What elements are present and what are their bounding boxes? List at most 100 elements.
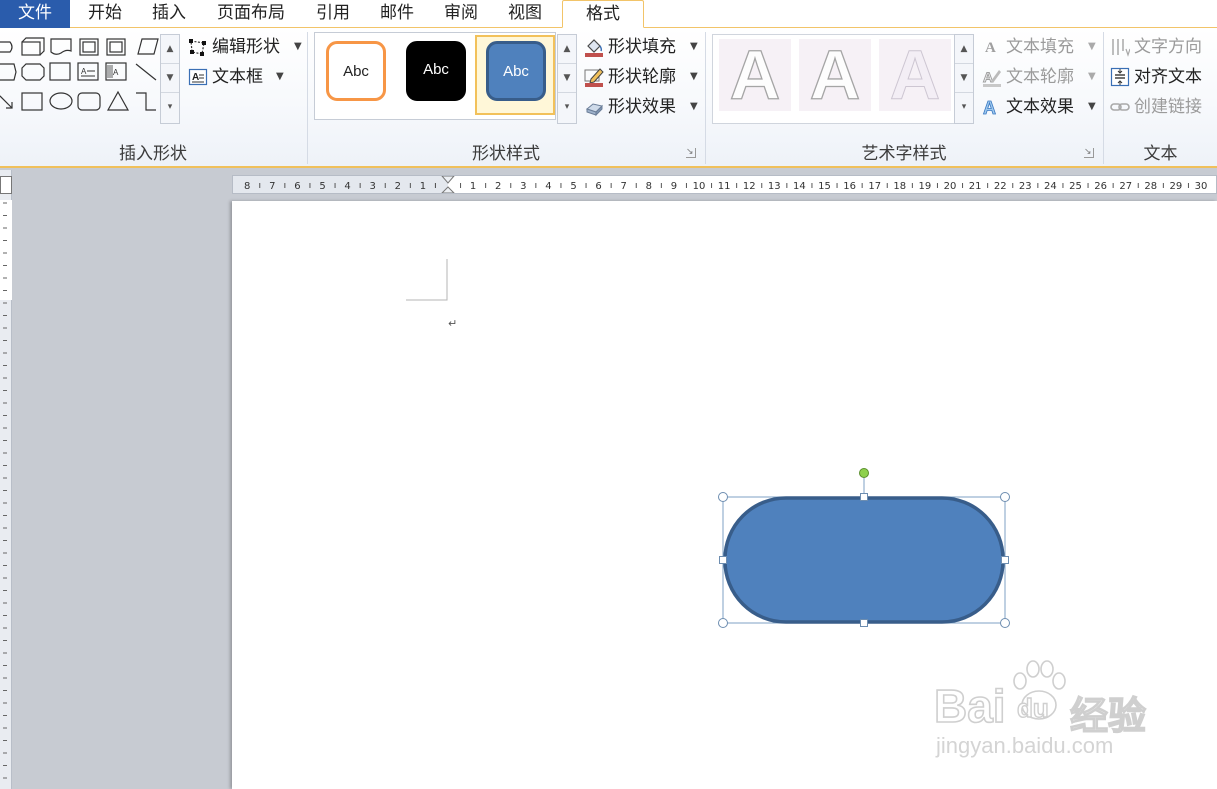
text-effects-icon: A <box>983 98 997 117</box>
group-label-insert-shapes: 插入形状 <box>119 144 187 164</box>
ruler-number: 12 <box>743 181 756 192</box>
shape-style-gallery[interactable]: Abc Abc Abc <box>314 32 556 120</box>
wordart-sample-2[interactable]: A <box>799 38 871 112</box>
edit-shape-label: 编辑形状 <box>212 37 280 57</box>
resize-handle-right[interactable] <box>1001 556 1009 564</box>
wordart-sample-3[interactable]: A <box>879 39 951 112</box>
shape-gallery-scroll[interactable]: ▲ ▼ ▾ <box>160 34 180 124</box>
text-fill-icon: A <box>985 40 996 56</box>
ruler-number: 7 <box>269 181 275 192</box>
document-page[interactable]: ↵ Bai du 经验 jingyan.baidu.com <box>232 201 1217 789</box>
ruler-number: 6 <box>595 181 601 192</box>
dropdown-arrow-icon: ▼ <box>294 41 302 52</box>
rect-2-shape-icon <box>21 92 43 111</box>
scroll-up-icon[interactable]: ▲ <box>955 35 973 64</box>
ruler-number: 24 <box>1044 181 1057 192</box>
indent-marker-icon[interactable] <box>440 176 456 194</box>
gallery-more-icon[interactable]: ▾ <box>955 93 973 122</box>
svg-text:A: A <box>983 98 996 117</box>
vertical-ruler-ticks <box>0 177 12 779</box>
scroll-down-icon[interactable]: ▼ <box>955 64 973 93</box>
style-gallery-scroll[interactable]: ▲ ▼ ▾ <box>557 34 577 124</box>
wordart-gallery[interactable]: A A A <box>712 34 974 124</box>
resize-handle-bottom-right[interactable] <box>1000 618 1010 628</box>
watermark-url: jingyan.baidu.com <box>936 733 1114 758</box>
tab-review[interactable]: 审阅 <box>433 0 489 28</box>
text-outline-icon: A <box>983 69 1001 87</box>
ruler-number: 1 <box>470 181 476 192</box>
ruler-number: 2 <box>495 181 501 192</box>
horizontal-ruler[interactable]: 8 7 6 5 4 3 2 1 1 2 3 4 5 6 7 8 9 10 11 12 13 14 15 16 17 18 19 20 2… <box>232 175 1217 194</box>
ribbon-tab-bar: 文件 开始 插入 页面布局 引用 邮件 审阅 视图 格式 <box>0 0 1217 28</box>
shape-outline-label: 形状轮廓 <box>608 67 676 87</box>
style-swatch-blue[interactable]: Abc <box>486 41 546 101</box>
vertical-ruler[interactable] <box>0 170 12 789</box>
scroll-up-icon[interactable]: ▲ <box>558 35 576 64</box>
ruler-number: 15 <box>818 181 831 192</box>
parallelogram-shape-icon <box>137 38 159 55</box>
text-direction-icon <box>1112 39 1130 57</box>
tab-mailings[interactable]: 邮件 <box>369 0 425 28</box>
tab-page-layout[interactable]: 页面布局 <box>206 0 296 28</box>
dropdown-arrow-icon: ▼ <box>690 71 698 82</box>
tab-home[interactable]: 开始 <box>76 0 134 28</box>
tab-selector-icon[interactable] <box>0 176 12 194</box>
wordart-gallery-scroll[interactable]: ▲ ▼ ▾ <box>954 34 974 124</box>
resize-handle-bottom[interactable] <box>860 619 868 627</box>
resize-handle-top[interactable] <box>860 493 868 501</box>
text-box-label: 文本框 <box>212 67 263 87</box>
svg-text:A: A <box>81 67 87 76</box>
ruler-number: 7 <box>621 181 627 192</box>
tab-references[interactable]: 引用 <box>305 0 361 28</box>
cube-shape-icon <box>21 41 41 56</box>
tab-file[interactable]: 文件 <box>0 0 70 28</box>
dialog-launcher-icon[interactable]: ↘ <box>1084 148 1094 158</box>
resize-handle-left[interactable] <box>719 556 727 564</box>
ruler-number: 2 <box>395 181 401 192</box>
gallery-more-icon[interactable]: ▾ <box>161 93 179 122</box>
dialog-launcher-icon[interactable]: ↘ <box>686 148 696 158</box>
ruler-number: 16 <box>843 181 856 192</box>
dropdown-arrow-icon: ▼ <box>1088 101 1096 112</box>
gallery-more-icon[interactable]: ▾ <box>558 93 576 122</box>
group-label-text: 文本 <box>1143 144 1178 164</box>
ruler-number: 29 <box>1170 181 1183 192</box>
tab-view[interactable]: 视图 <box>497 0 553 28</box>
watermark-bai: Bai <box>933 679 1006 733</box>
paint-bucket-icon <box>585 39 603 57</box>
tab-format[interactable]: 格式 <box>562 0 644 28</box>
tab-insert[interactable]: 插入 <box>141 0 197 28</box>
ruler-ticks: 8 7 6 5 4 3 2 1 1 2 3 4 5 6 7 8 9 10 11 12 13 14 15 16 17 18 19 20 2… <box>244 181 1208 192</box>
resize-handle-top-right[interactable] <box>1000 492 1010 502</box>
wordart-sample-1[interactable]: A <box>719 38 791 112</box>
ruler-number: 28 <box>1144 181 1157 192</box>
edit-shape-icon <box>189 39 206 56</box>
ruler-number: 30 <box>1195 181 1208 192</box>
text-direction-label: 文字方向 <box>1134 37 1202 57</box>
rounded-rectangle-shape[interactable] <box>723 496 1005 624</box>
watermark-du: du <box>1016 692 1049 723</box>
text-outline-label: 文本轮廓 <box>1006 67 1074 87</box>
resize-handle-top-left[interactable] <box>718 492 728 502</box>
octagon-shape-icon <box>21 63 45 81</box>
svg-text:A: A <box>983 69 993 85</box>
shape-gallery[interactable]: A A ▲ ▼ ▾ <box>0 34 180 124</box>
scroll-down-icon[interactable]: ▼ <box>558 64 576 93</box>
ruler-number: 8 <box>244 181 250 192</box>
scroll-up-icon[interactable]: ▲ <box>161 35 179 64</box>
dropdown-arrow-icon: ▼ <box>276 71 284 82</box>
style-swatch-orange-outline[interactable]: Abc <box>326 41 386 101</box>
text-effects-label: 文本效果 <box>1006 97 1074 117</box>
chain-link-icon <box>1110 103 1130 111</box>
ruler-number: 5 <box>319 181 325 192</box>
resize-handle-bottom-left[interactable] <box>718 618 728 628</box>
hexagon-shape-icon <box>0 63 17 81</box>
ruler-number: 23 <box>1019 181 1032 192</box>
align-text-label: 对齐文本 <box>1134 67 1202 87</box>
svg-text:A: A <box>113 68 119 77</box>
style-swatch-black[interactable]: Abc <box>406 41 466 101</box>
rotation-handle-icon[interactable] <box>859 468 869 478</box>
ruler-number: 25 <box>1069 181 1082 192</box>
scroll-down-icon[interactable]: ▼ <box>161 64 179 93</box>
shape-effects-label: 形状效果 <box>608 97 676 117</box>
